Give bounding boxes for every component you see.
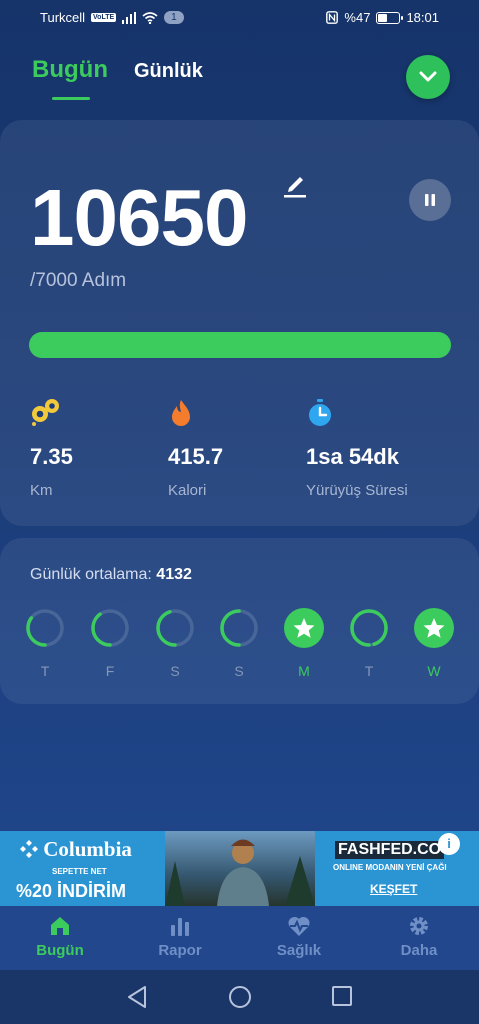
step-progress-fill bbox=[29, 332, 451, 358]
ad-cta-link[interactable]: KEŞFET bbox=[370, 882, 417, 896]
progress-ring bbox=[156, 609, 194, 647]
nav-health[interactable]: Sağlık bbox=[259, 914, 339, 959]
status-bar: Turkcell VoLTE 1 %47 18:01 bbox=[0, 0, 479, 36]
stat-label: Yürüyüş Süresi bbox=[306, 482, 408, 499]
stat-label: Km bbox=[30, 482, 53, 499]
bar-chart-icon bbox=[140, 914, 220, 938]
home-icon bbox=[20, 914, 100, 938]
carrier-label: Turkcell bbox=[40, 10, 86, 25]
day-label: W bbox=[427, 663, 441, 679]
system-nav-bar bbox=[0, 970, 479, 1024]
day-ring-3[interactable]: S bbox=[219, 608, 259, 679]
bottom-nav: Bugün Rapor Sağlık Daha bbox=[0, 906, 479, 970]
ad-info-icon[interactable]: i bbox=[438, 833, 460, 855]
ad-discount: %20 İNDİRİM bbox=[16, 881, 127, 901]
ad-brand-text: Columbia bbox=[43, 837, 132, 861]
step-progress-bar bbox=[29, 332, 451, 358]
edit-icon[interactable] bbox=[283, 172, 307, 203]
back-icon bbox=[128, 986, 146, 1008]
battery-icon bbox=[376, 11, 404, 24]
flame-icon bbox=[168, 398, 223, 428]
day-label: T bbox=[40, 663, 50, 679]
ad-brand: Columbia bbox=[20, 837, 132, 862]
header-tabs: Bugün Günlük bbox=[32, 56, 203, 100]
home-circle-icon bbox=[229, 986, 251, 1008]
pause-icon bbox=[425, 194, 435, 206]
nav-label: Sağlık bbox=[276, 942, 322, 959]
day-ring-0[interactable]: T bbox=[25, 608, 65, 679]
stopwatch-icon bbox=[306, 398, 408, 428]
star-icon bbox=[284, 608, 324, 648]
stat-value: 415.7 bbox=[168, 444, 224, 469]
gear-icon bbox=[379, 914, 459, 938]
footsteps-icon bbox=[30, 398, 73, 428]
ad-subline: SEPETTE NET bbox=[52, 867, 107, 876]
day-label: S bbox=[234, 663, 244, 679]
signal-icon bbox=[122, 11, 137, 24]
day-label: S bbox=[170, 663, 180, 679]
day-ring-1[interactable]: F bbox=[90, 608, 130, 679]
expand-button[interactable] bbox=[406, 55, 450, 99]
daily-average-label: Günlük ortalama: bbox=[30, 566, 152, 583]
ad-right-tagline: ONLINE MODANIN YENİ ÇAĞI bbox=[333, 863, 447, 872]
ad-banner[interactable]: Columbia SEPETTE NET %20 İNDİRİM FASHFED… bbox=[0, 831, 479, 906]
nfc-icon bbox=[326, 11, 339, 24]
back-button[interactable] bbox=[126, 985, 148, 1014]
progress-ring bbox=[350, 609, 388, 647]
ad-photo[interactable] bbox=[165, 831, 315, 906]
progress-ring bbox=[220, 609, 258, 647]
ad-left-panel[interactable]: Columbia SEPETTE NET %20 İNDİRİM bbox=[0, 831, 165, 906]
battery-percent: %47 bbox=[344, 10, 371, 25]
stat-value: 1sa 54dk bbox=[306, 444, 399, 469]
nav-report[interactable]: Rapor bbox=[140, 914, 220, 959]
home-button[interactable] bbox=[228, 985, 252, 1014]
clock: 18:01 bbox=[406, 10, 439, 25]
day-label: M bbox=[298, 663, 310, 679]
recents-button[interactable] bbox=[331, 985, 353, 1012]
nav-label: Rapor bbox=[158, 942, 202, 959]
day-ring-4[interactable]: M bbox=[284, 608, 324, 679]
recents-icon bbox=[332, 986, 352, 1006]
notification-badge: 1 bbox=[164, 11, 184, 24]
wifi-icon bbox=[142, 11, 158, 24]
nav-label: Daha bbox=[400, 942, 438, 959]
day-label: F bbox=[105, 663, 115, 679]
day-ring-6[interactable]: W bbox=[414, 608, 454, 679]
day-ring-5[interactable]: T bbox=[349, 608, 389, 679]
step-goal: /7000 Adım bbox=[30, 270, 127, 291]
stat-label: Kalori bbox=[168, 482, 207, 499]
daily-average: Günlük ortalama: 4132 bbox=[30, 566, 192, 584]
volte-badge: VoLTE bbox=[91, 13, 117, 22]
progress-ring bbox=[26, 609, 64, 647]
heart-pulse-icon bbox=[259, 914, 339, 938]
tab-daily[interactable]: Günlük bbox=[134, 60, 203, 83]
stat-calories: 415.7 Kalori bbox=[168, 398, 223, 499]
stat-distance: 7.35 Km bbox=[30, 398, 73, 499]
ad-right-brand: FASHFED.CO bbox=[335, 841, 445, 859]
columbia-logo-icon bbox=[20, 840, 38, 858]
stat-walk-time: 1sa 54dk Yürüyüş Süresi bbox=[306, 398, 408, 499]
day-label: T bbox=[364, 663, 374, 679]
nav-today[interactable]: Bugün bbox=[20, 914, 100, 959]
tab-today[interactable]: Bugün bbox=[32, 56, 108, 100]
day-ring-2[interactable]: S bbox=[155, 608, 195, 679]
star-icon bbox=[414, 608, 454, 648]
pause-button[interactable] bbox=[409, 179, 451, 221]
nav-more[interactable]: Daha bbox=[379, 914, 459, 959]
stat-value: 7.35 bbox=[30, 444, 73, 469]
nav-label: Bugün bbox=[36, 942, 84, 959]
chevron-down-icon bbox=[419, 71, 437, 82]
step-count: 10650 bbox=[30, 173, 248, 262]
progress-ring bbox=[91, 609, 129, 647]
daily-average-value: 4132 bbox=[156, 566, 192, 583]
